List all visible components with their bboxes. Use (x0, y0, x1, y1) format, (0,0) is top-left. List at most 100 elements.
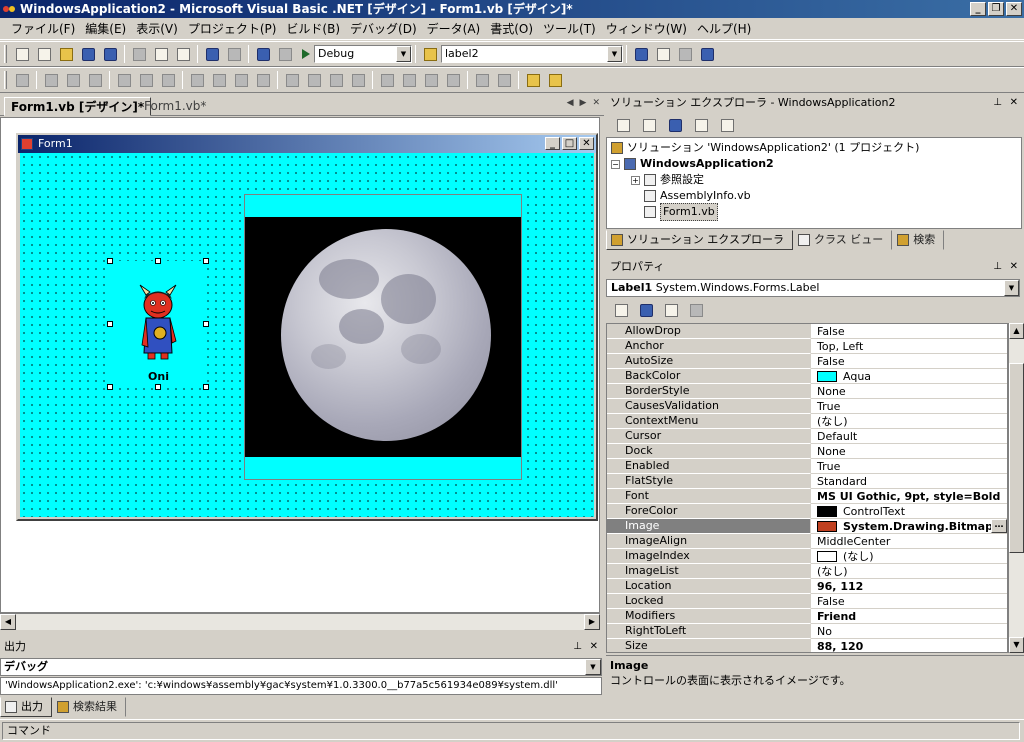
menu-data[interactable]: データ(A) (422, 20, 486, 37)
decrease-horizontal-spacing-icon[interactable] (327, 71, 345, 89)
new-project-icon[interactable] (13, 45, 31, 63)
restore-button[interactable]: ❐ (988, 2, 1004, 16)
same-height-icon[interactable] (210, 71, 228, 89)
menu-help[interactable]: ヘルプ(H) (692, 20, 756, 37)
increase-horizontal-spacing-icon[interactable] (305, 71, 323, 89)
property-row[interactable]: ImageAlign MiddleCenter (607, 534, 1007, 549)
increase-vertical-spacing-icon[interactable] (400, 71, 418, 89)
center-vertically-icon[interactable] (495, 71, 513, 89)
menu-view[interactable]: 表示(V) (131, 20, 183, 37)
vertical-spacing-icon[interactable] (378, 71, 396, 89)
tab-solution-explorer[interactable]: ソリューション エクスプローラ (606, 230, 793, 250)
menu-build[interactable]: ビルド(B) (281, 20, 345, 37)
toolbox-icon[interactable] (676, 45, 694, 63)
menu-edit[interactable]: 編集(E) (80, 20, 131, 37)
property-row[interactable]: BackColor Aqua (607, 369, 1007, 384)
resize-handle-ne[interactable] (203, 258, 209, 264)
show-all-files-icon[interactable] (692, 116, 710, 134)
property-row[interactable]: Modifiers Friend (607, 609, 1007, 624)
find-combo[interactable]: label2 ▼ (441, 45, 623, 63)
properties-object-select[interactable]: Label1 System.Windows.Forms.Label ▼ (606, 279, 1020, 297)
start-debug-icon[interactable] (302, 49, 310, 59)
scroll-left-icon[interactable]: ◀ (0, 614, 16, 630)
resize-handle-n[interactable] (155, 258, 161, 264)
resize-handle-sw[interactable] (107, 384, 113, 390)
scroll-down-icon[interactable]: ▼ (1009, 637, 1024, 653)
align-grid-icon[interactable] (13, 71, 31, 89)
horizontal-spacing-icon[interactable] (283, 71, 301, 89)
align-bottoms-icon[interactable] (159, 71, 177, 89)
undo-icon[interactable] (203, 45, 221, 63)
scroll-up-icon[interactable]: ▲ (1009, 323, 1024, 339)
chevron-down-icon[interactable]: ▼ (1004, 280, 1019, 296)
resize-handle-w[interactable] (107, 321, 113, 327)
property-row[interactable]: ContextMenu (なし) (607, 414, 1007, 429)
chevron-down-icon[interactable]: ▼ (585, 659, 601, 675)
tab-scroll-left-icon[interactable]: ◀ (567, 98, 574, 108)
output-pane-select[interactable]: デバッグ ▼ (0, 658, 602, 676)
property-row[interactable]: FlatStyle Standard (607, 474, 1007, 489)
close-icon[interactable]: ✕ (1010, 258, 1018, 276)
decrease-vertical-spacing-icon[interactable] (422, 71, 440, 89)
ellipsis-button[interactable]: … (991, 519, 1007, 533)
property-row[interactable]: +FontMS UI Gothic, 9pt, style=Bold (607, 489, 1007, 504)
tab-scroll-right-icon[interactable]: ▶ (580, 98, 587, 108)
close-icon[interactable]: ✕ (590, 638, 598, 656)
save-all-icon[interactable] (101, 45, 119, 63)
minimize-button[interactable]: _ (970, 2, 986, 16)
center-horizontally-icon[interactable] (473, 71, 491, 89)
chevron-down-icon[interactable]: ▼ (607, 46, 622, 62)
scroll-right-icon[interactable]: ▶ (584, 614, 600, 630)
menu-tools[interactable]: ツール(T) (538, 20, 601, 37)
close-button[interactable]: ✕ (1006, 2, 1022, 16)
solution-config-combo[interactable]: Debug ▼ (314, 45, 412, 63)
align-rights-icon[interactable] (86, 71, 104, 89)
tree-item-references[interactable]: + 参照設定 (611, 172, 1017, 188)
label1-control[interactable] (110, 261, 207, 388)
tree-item-assemblyinfo[interactable]: AssemblyInfo.vb (611, 188, 1017, 204)
open-file-icon[interactable] (57, 45, 75, 63)
property-row[interactable]: Locked False (607, 594, 1007, 609)
property-row[interactable]: AllowDrop False (607, 324, 1007, 339)
view-designer-icon[interactable] (640, 116, 658, 134)
menu-window[interactable]: ウィンドウ(W) (601, 20, 692, 37)
close-icon[interactable]: ✕ (1010, 94, 1018, 112)
property-row[interactable]: Anchor Top, Left (607, 339, 1007, 354)
properties-icon[interactable] (718, 116, 736, 134)
chevron-down-icon[interactable]: ▼ (396, 46, 411, 62)
tree-item-form1[interactable]: Form1.vb (611, 203, 1017, 221)
align-tops-icon[interactable] (115, 71, 133, 89)
align-centers-icon[interactable] (64, 71, 82, 89)
tab-form1-code[interactable]: Form1.vb* (138, 97, 212, 116)
tab-form1-design[interactable]: Form1.vb [デザイン]* (4, 97, 152, 116)
close-document-icon[interactable]: ✕ (592, 98, 600, 108)
tab-class-view[interactable]: クラス ビュー (792, 230, 893, 250)
resize-handle-e[interactable] (203, 321, 209, 327)
size-to-grid-icon[interactable] (254, 71, 272, 89)
navigate-back-icon[interactable] (254, 45, 272, 63)
add-item-icon[interactable] (35, 45, 53, 63)
properties-view-icon[interactable] (662, 301, 680, 319)
properties-icon[interactable] (654, 45, 672, 63)
resize-handle-se[interactable] (203, 384, 209, 390)
pin-icon[interactable]: ⊥ (993, 94, 1002, 112)
tree-item-solution[interactable]: ソリューション 'WindowsApplication2' (1 プロジェクト) (611, 140, 1017, 156)
property-row[interactable]: +Location96, 112 (607, 579, 1007, 594)
resize-handle-s[interactable] (155, 384, 161, 390)
alphabetical-icon[interactable] (637, 301, 655, 319)
cut-icon[interactable] (130, 45, 148, 63)
property-grid-vscrollbar[interactable]: ▲ ▼ (1008, 323, 1024, 653)
property-row-selected[interactable]: +ImageSystem.Drawing.Bitmap… (607, 519, 1007, 534)
tab-find-results[interactable]: 検索結果 (52, 697, 126, 717)
save-icon[interactable] (79, 45, 97, 63)
view-code-icon[interactable] (614, 116, 632, 134)
property-row[interactable]: Dock None (607, 444, 1007, 459)
bring-to-front-icon[interactable] (524, 71, 542, 89)
same-size-icon[interactable] (232, 71, 250, 89)
scroll-thumb[interactable] (1009, 363, 1024, 553)
property-row[interactable]: BorderStyle None (607, 384, 1007, 399)
align-middles-icon[interactable] (137, 71, 155, 89)
pin-icon[interactable]: ⊥ (573, 638, 582, 656)
menu-debug[interactable]: デバッグ(D) (345, 20, 422, 37)
send-to-back-icon[interactable] (546, 71, 564, 89)
